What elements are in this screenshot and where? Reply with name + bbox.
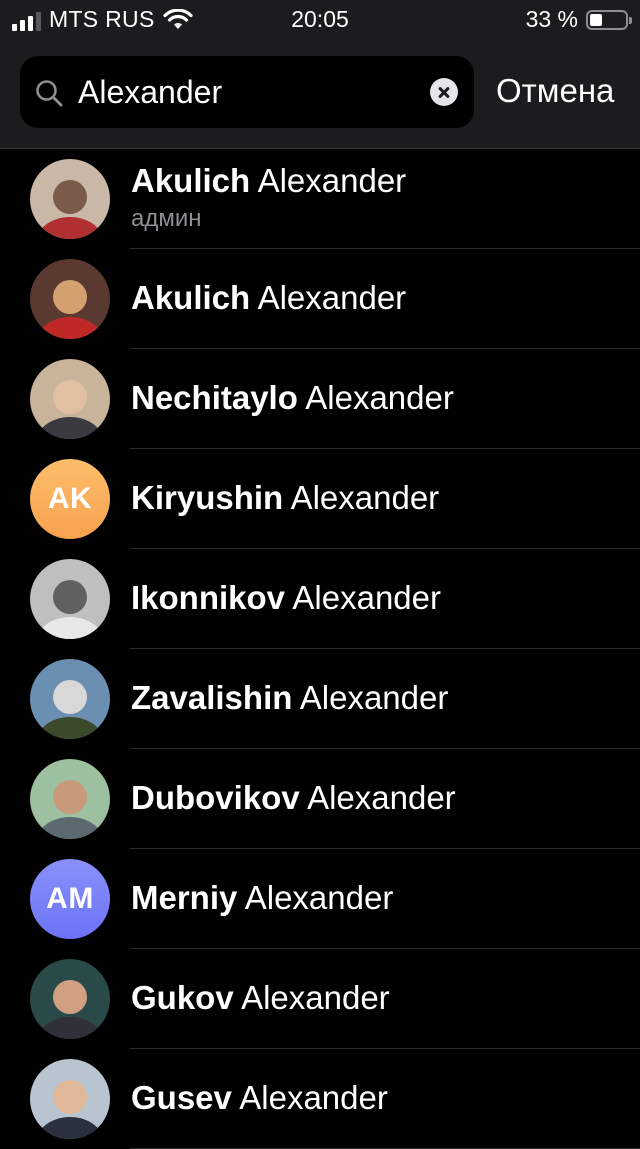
avatar-initials: AK [30, 459, 110, 539]
avatar-photo-icon [30, 559, 110, 639]
battery-icon [586, 9, 632, 30]
status-right: 33 % [525, 6, 632, 33]
search-field[interactable] [20, 56, 474, 128]
avatar-photo-icon [30, 1059, 110, 1139]
search-icon [36, 80, 63, 107]
avatar-photo-icon [30, 759, 110, 839]
contact-first-name: Alexander [305, 379, 454, 416]
contact-results-list: Akulich Alexander админ Akulich Alexander N… [0, 149, 640, 1149]
status-bar: MTS RUS 20:05 33 % [0, 0, 640, 40]
contact-last-name: Nechitaylo [131, 379, 298, 416]
contact-last-name: Ikonnikov [131, 579, 286, 616]
contact-first-name: Alexander [257, 162, 407, 199]
contact-row[interactable]: AK Kiryushin Alexander [0, 449, 640, 549]
contact-row[interactable]: AM Merniy Alexander [0, 849, 640, 949]
contact-last-name: Akulich [131, 279, 251, 316]
contact-last-name: Zavalishin [131, 679, 293, 716]
contact-row[interactable]: Akulich Alexander админ [0, 149, 640, 249]
contact-name: Nechitaylo Alexander [131, 379, 454, 417]
contact-name: Ikonnikov Alexander [131, 579, 441, 617]
contact-first-name: Alexander [290, 479, 440, 516]
avatar-photo-icon [30, 959, 110, 1039]
cancel-button[interactable]: Отмена [496, 72, 614, 110]
contact-name: Zavalishin Alexander [131, 679, 448, 717]
contact-row[interactable]: Akulich Alexander [0, 249, 640, 349]
contact-name: Akulich Alexander [131, 279, 406, 317]
contact-first-name: Alexander [307, 779, 456, 816]
contact-name: Gusev Alexander [131, 1079, 388, 1117]
contact-name: Gukov Alexander [131, 979, 390, 1017]
contact-last-name: Akulich [131, 162, 251, 199]
search-bar: Отмена [0, 40, 640, 149]
contact-first-name: Alexander [241, 979, 390, 1016]
contact-row[interactable]: Zavalishin Alexander [0, 649, 640, 749]
contact-row[interactable]: Ikonnikov Alexander [0, 549, 640, 649]
contact-name: Dubovikov Alexander [131, 779, 456, 817]
contact-row[interactable]: Dubovikov Alexander [0, 749, 640, 849]
battery-percent: 33 % [525, 6, 578, 32]
contact-row[interactable]: Gukov Alexander [0, 949, 640, 1049]
search-input[interactable] [78, 70, 438, 114]
contact-row[interactable]: Nechitaylo Alexander [0, 349, 640, 449]
contact-last-name: Kiryushin [131, 479, 284, 516]
avatar-photo-icon [30, 259, 110, 339]
avatar-photo-icon [30, 359, 110, 439]
contact-row[interactable]: Gusev Alexander [0, 1049, 640, 1149]
contact-last-name: Dubovikov [131, 779, 300, 816]
contact-first-name: Alexander [239, 1079, 388, 1116]
contact-last-name: Gukov [131, 979, 234, 1016]
contact-first-name: Alexander [257, 279, 407, 316]
avatar-initials: AM [30, 859, 110, 939]
contact-last-name: Merniy [131, 879, 238, 916]
contact-first-name: Alexander [292, 579, 441, 616]
contact-name: Merniy Alexander [131, 879, 393, 917]
contact-last-name: Gusev [131, 1079, 232, 1116]
contact-first-name: Alexander [299, 679, 449, 716]
avatar-photo-icon [30, 659, 110, 739]
contact-role: админ [131, 205, 202, 232]
contact-name: Kiryushin Alexander [131, 479, 439, 517]
contact-name: Akulich Alexander [131, 162, 406, 200]
avatar-photo-icon [30, 159, 110, 239]
contact-first-name: Alexander [244, 879, 394, 916]
clear-search-icon[interactable] [430, 78, 458, 106]
